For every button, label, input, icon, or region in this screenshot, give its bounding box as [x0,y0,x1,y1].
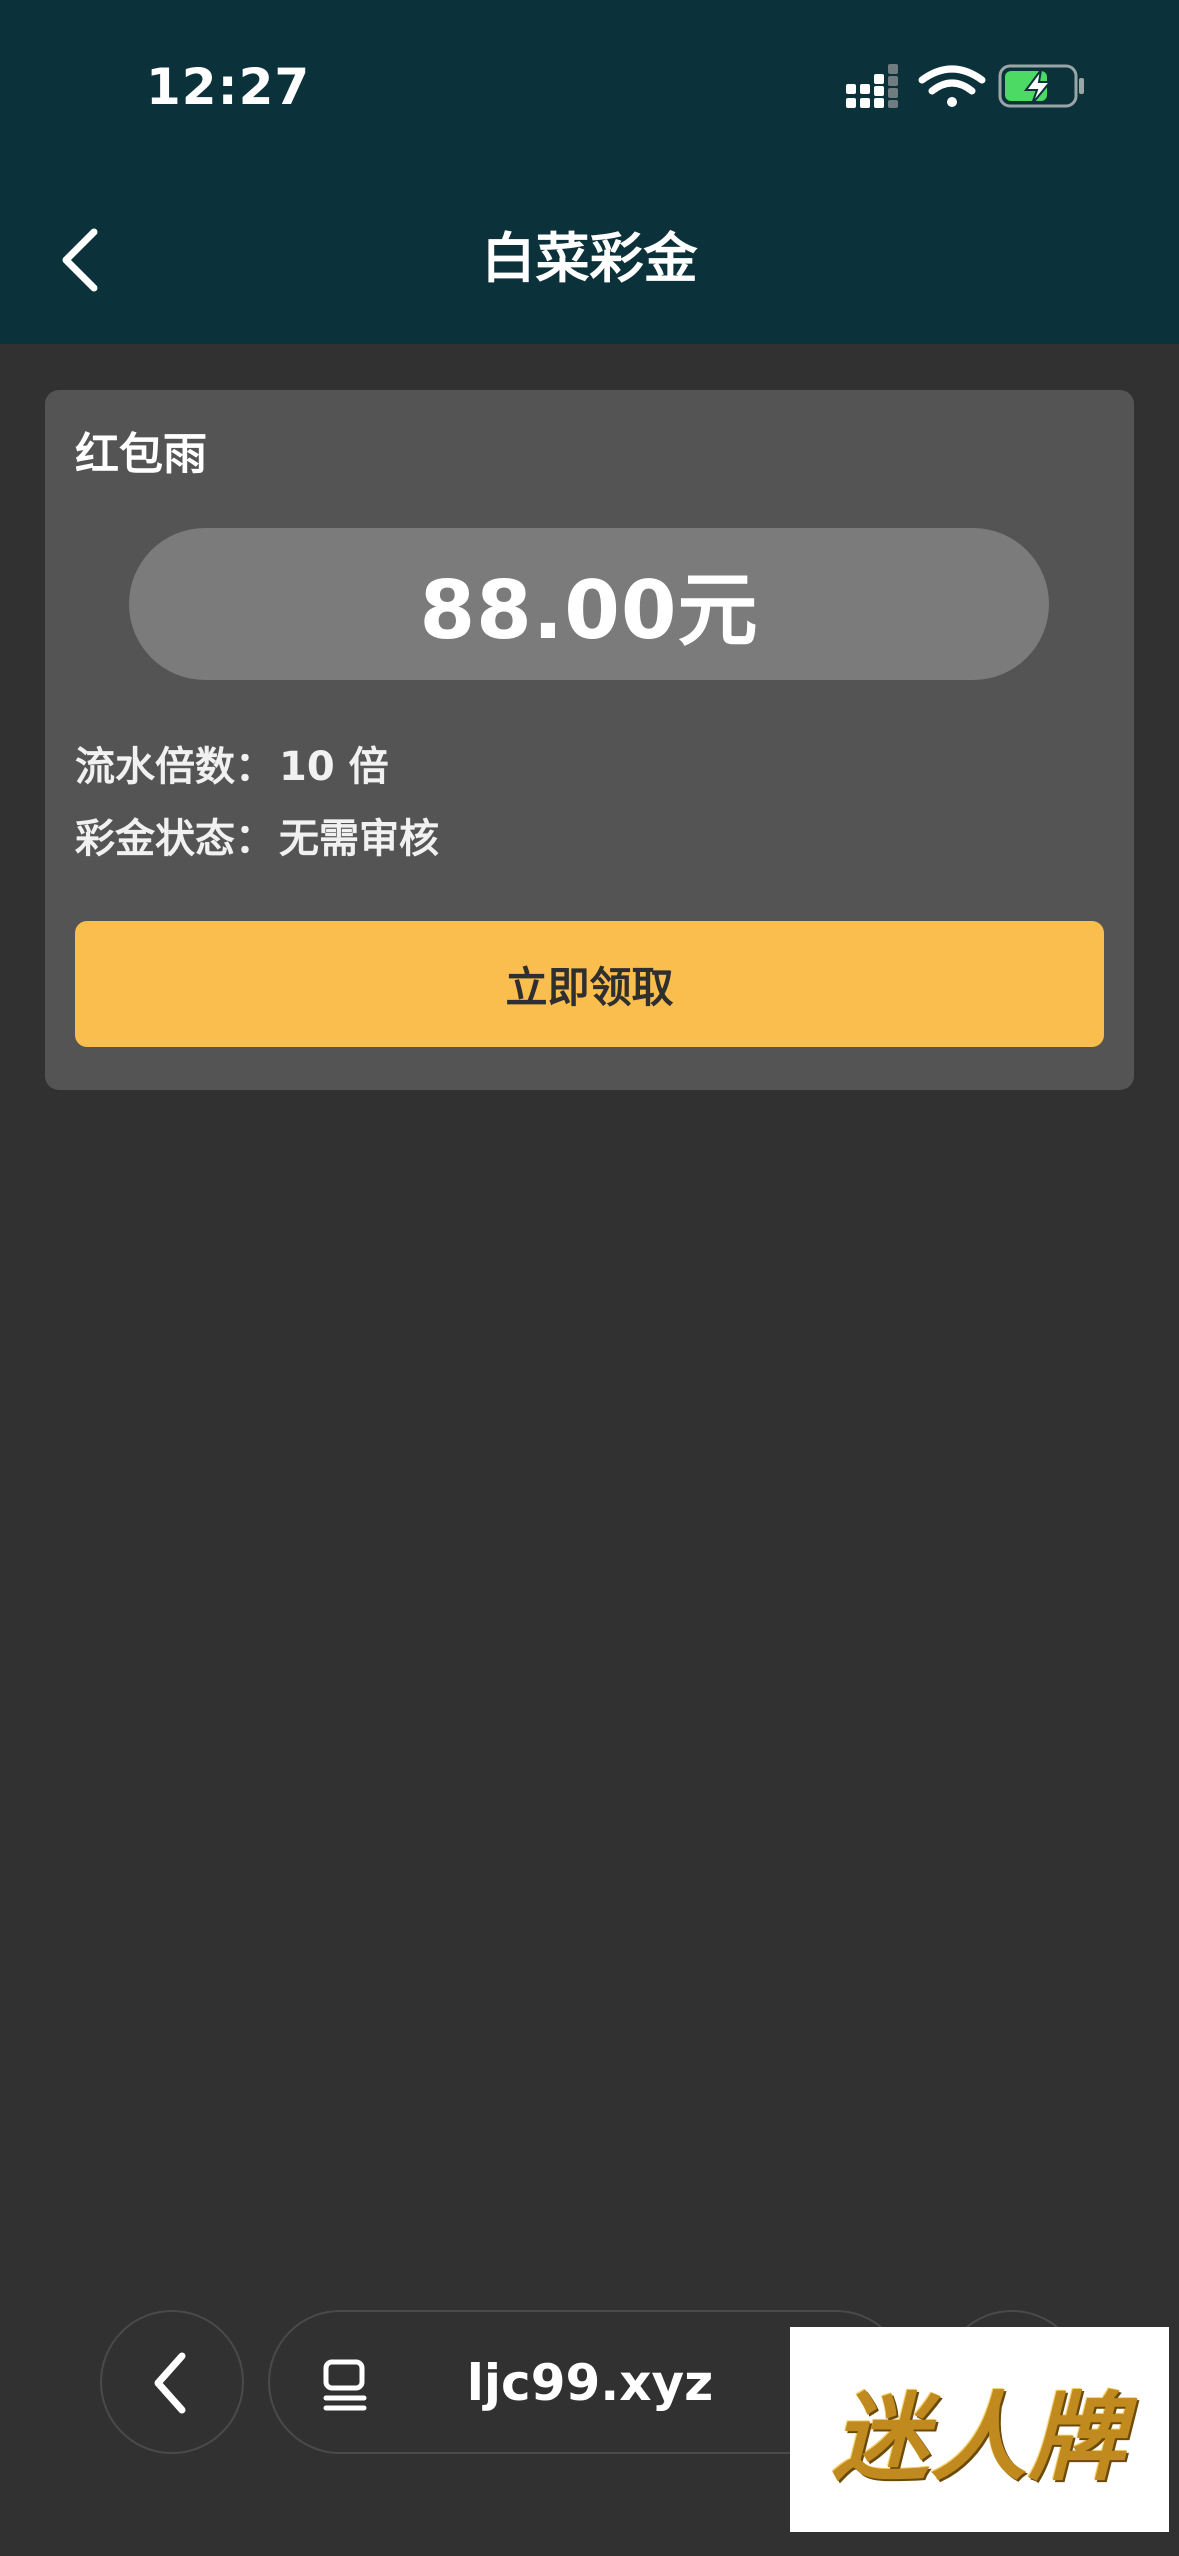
watermark-text: 迷人牌 [832,2382,1127,2494]
status-icons [846,64,1084,108]
info-label: 流水倍数： [75,744,275,790]
claim-button[interactable]: 立即领取 [75,921,1104,1047]
info-row-turnover: 流水倍数： 10 倍 [75,734,389,792]
battery-charging-icon [998,64,1084,108]
browser-back-button[interactable] [100,2310,244,2454]
bonus-card: 红包雨 88.00元 流水倍数： 10 倍 彩金状态： 无需审核 立即领取 [45,390,1134,1090]
page-title: 白菜彩金 [481,227,698,290]
chevron-left-icon [154,2352,186,2414]
card-title: 红包雨 [75,429,207,480]
info-value: 10 倍 [279,744,389,790]
watermark-logo: 迷人牌 [790,2327,1169,2532]
info-row-status: 彩金状态： 无需审核 [75,806,439,864]
info-value: 无需审核 [279,816,439,862]
cellular-signal-icon [846,64,898,108]
info-label: 彩金状态： [75,816,275,862]
amount-display: 88.00元 [129,528,1049,680]
wifi-icon [918,65,986,107]
status-time: 12:27 [146,58,311,116]
app-header: 12:27 白菜彩金 [0,0,1179,344]
